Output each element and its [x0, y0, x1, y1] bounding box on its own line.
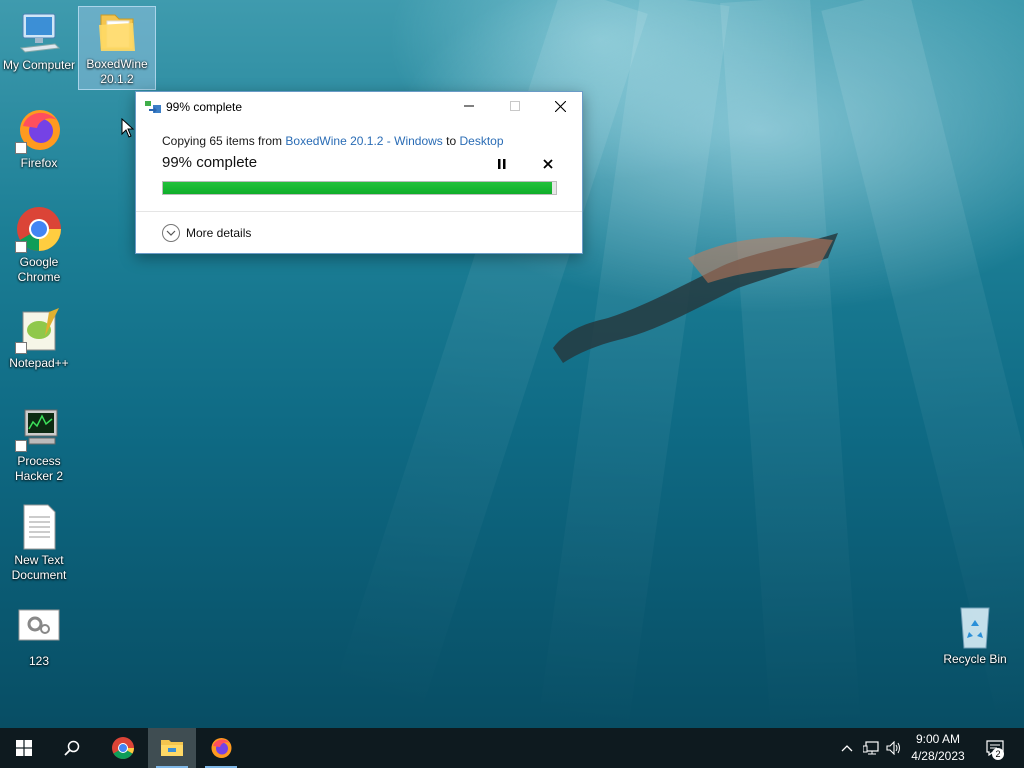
desktop-icon-chrome[interactable]: Google Chrome [0, 205, 78, 285]
diver-silhouette [553, 233, 838, 363]
mouse-cursor-icon [121, 118, 135, 138]
maximize-button [492, 92, 538, 120]
percent-complete: 99% complete [162, 154, 258, 171]
computer-icon [15, 8, 63, 56]
desktop-icon-123[interactable]: 123 [0, 604, 78, 669]
minimize-button[interactable] [446, 92, 492, 120]
copy-to-word: to [442, 134, 460, 148]
start-button[interactable] [0, 728, 48, 768]
desktop-icon-label: 123 [28, 654, 50, 668]
desktop-icon-label: BoxedWine 20.1.2 [86, 57, 148, 86]
firefox-icon [15, 106, 63, 154]
network-icon [863, 741, 879, 755]
recycle-bin-icon [951, 602, 999, 650]
desktop-icon-label: New Text Document [11, 553, 67, 582]
search-icon [64, 740, 80, 756]
copy-progress-dialog[interactable]: 99% complete Copying 65 items from Boxed… [135, 91, 583, 254]
desktop-icon-label: Process Hacker 2 [14, 454, 64, 483]
cancel-icon [543, 159, 553, 169]
desktop-icon-new-text-document[interactable]: New Text Document [0, 503, 78, 583]
desktop-icon-recycle-bin[interactable]: Recycle Bin [936, 602, 1014, 667]
search-button[interactable] [48, 728, 96, 768]
file-explorer-icon [161, 740, 183, 756]
volume-icon [886, 741, 900, 755]
text-document-icon [15, 503, 63, 551]
minimize-icon [464, 105, 474, 107]
desktop-icon-label: Recycle Bin [943, 652, 1007, 666]
progress-bar-fill [163, 182, 553, 194]
copy-prefix: Copying 65 items from [162, 134, 286, 148]
clock-time: 9:00 AM [915, 732, 961, 746]
pause-button[interactable] [493, 156, 511, 172]
folder-icon [93, 7, 141, 55]
taskbar-chrome[interactable] [99, 728, 147, 768]
shortcut-arrow-icon [15, 342, 27, 354]
chevron-up-icon [841, 745, 853, 752]
notepadpp-icon [15, 306, 63, 354]
shortcut-arrow-icon [15, 241, 27, 253]
source-link[interactable]: BoxedWine 20.1.2 - Windows [285, 134, 442, 148]
chevron-down-icon [162, 224, 180, 242]
shortcut-arrow-icon [15, 440, 27, 452]
more-details-label: More details [186, 226, 252, 240]
notification-count-badge: 2 [992, 748, 1004, 760]
network-button[interactable] [860, 728, 882, 768]
dialog-divider [136, 211, 582, 212]
copy-icon [145, 101, 161, 113]
start-icon [16, 740, 32, 756]
close-button[interactable] [537, 92, 583, 120]
desktop-icon-label: Notepad++ [9, 356, 69, 370]
progress-bar [162, 181, 557, 195]
maximize-icon [510, 101, 520, 111]
dialog-title: 99% complete [166, 100, 243, 114]
desktop-icon-notepadpp[interactable]: Notepad++ [0, 306, 78, 371]
chrome-icon [15, 205, 63, 253]
taskbar-file-explorer[interactable] [148, 728, 196, 768]
copy-description: Copying 65 items from BoxedWine 20.1.2 -… [162, 134, 504, 148]
settings-file-icon [15, 604, 63, 652]
desktop-icon-label: Firefox [20, 156, 58, 170]
close-icon [554, 100, 566, 112]
more-details-toggle[interactable]: More details [162, 223, 251, 243]
taskbar-firefox[interactable] [197, 728, 245, 768]
desktop-icon-label: Google Chrome [17, 255, 61, 284]
volume-button[interactable] [884, 728, 904, 768]
cancel-copy-button[interactable] [539, 156, 557, 172]
process-hacker-icon [15, 404, 63, 452]
clock-date: 4/28/2023 [911, 749, 965, 763]
desktop-icon-process-hacker[interactable]: Process Hacker 2 [0, 404, 78, 484]
destination-link[interactable]: Desktop [459, 134, 503, 148]
pause-icon [498, 159, 506, 169]
desktop-icon-firefox[interactable]: Firefox [0, 106, 78, 171]
dialog-titlebar[interactable]: 99% complete [136, 92, 582, 120]
desktop-icon-boxedwine[interactable]: BoxedWine 20.1.2 [78, 6, 156, 90]
firefox-icon [211, 738, 232, 758]
show-hidden-icons-button[interactable] [838, 728, 856, 768]
taskbar: 9:00 AM 4/28/2023 [0, 728, 1024, 768]
desktop-icon-my-computer[interactable]: My Computer [0, 8, 78, 73]
chrome-icon [112, 737, 134, 759]
shortcut-arrow-icon [15, 142, 27, 154]
taskbar-clock[interactable]: 9:00 AM 4/28/2023 [904, 731, 972, 765]
desktop-icon-label: My Computer [2, 58, 76, 72]
